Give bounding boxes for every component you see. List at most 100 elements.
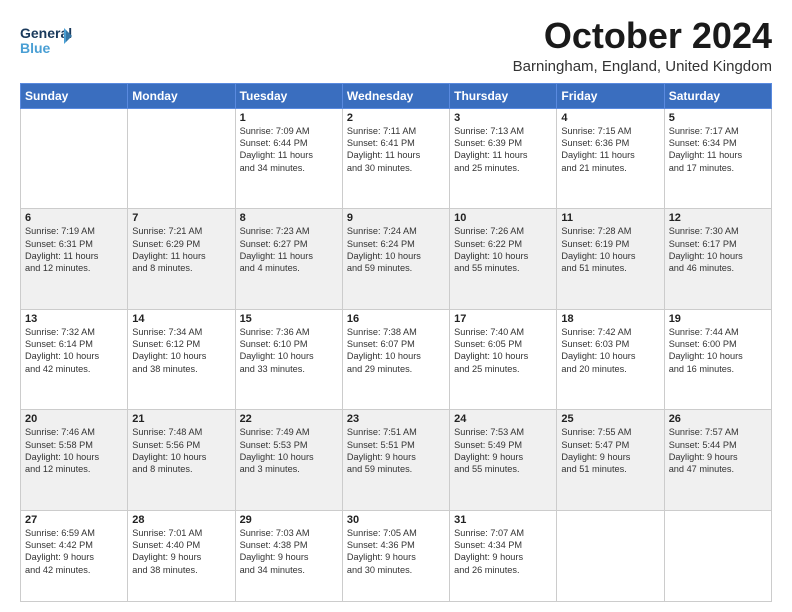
day-number: 29 [240,514,338,526]
weekday-header-saturday: Saturday [664,83,771,108]
day-info: Sunrise: 7:30 AM Sunset: 6:17 PM Dayligh… [669,225,767,275]
calendar-week-row: 1Sunrise: 7:09 AM Sunset: 6:44 PM Daylig… [21,108,772,209]
day-info: Sunrise: 7:48 AM Sunset: 5:56 PM Dayligh… [132,426,230,476]
day-number: 11 [561,212,659,224]
day-info: Sunrise: 7:15 AM Sunset: 6:36 PM Dayligh… [561,125,659,175]
day-number: 17 [454,313,552,325]
day-info: Sunrise: 7:01 AM Sunset: 4:40 PM Dayligh… [132,527,230,577]
calendar-cell: 20Sunrise: 7:46 AM Sunset: 5:58 PM Dayli… [21,410,128,511]
calendar-cell [21,108,128,209]
calendar-cell: 13Sunrise: 7:32 AM Sunset: 6:14 PM Dayli… [21,309,128,410]
day-number: 20 [25,413,123,425]
calendar-week-row: 6Sunrise: 7:19 AM Sunset: 6:31 PM Daylig… [21,209,772,310]
day-number: 18 [561,313,659,325]
calendar-cell: 24Sunrise: 7:53 AM Sunset: 5:49 PM Dayli… [450,410,557,511]
day-info: Sunrise: 7:11 AM Sunset: 6:41 PM Dayligh… [347,125,445,175]
calendar-cell: 26Sunrise: 7:57 AM Sunset: 5:44 PM Dayli… [664,410,771,511]
page: General Blue October 2024 Barningham, En… [0,0,792,612]
day-info: Sunrise: 7:42 AM Sunset: 6:03 PM Dayligh… [561,326,659,376]
calendar-cell: 6Sunrise: 7:19 AM Sunset: 6:31 PM Daylig… [21,209,128,310]
calendar-cell: 14Sunrise: 7:34 AM Sunset: 6:12 PM Dayli… [128,309,235,410]
calendar-cell: 10Sunrise: 7:26 AM Sunset: 6:22 PM Dayli… [450,209,557,310]
day-number: 9 [347,212,445,224]
day-number: 2 [347,112,445,124]
weekday-header-row: SundayMondayTuesdayWednesdayThursdayFrid… [21,83,772,108]
calendar-cell: 21Sunrise: 7:48 AM Sunset: 5:56 PM Dayli… [128,410,235,511]
day-number: 25 [561,413,659,425]
weekday-header-friday: Friday [557,83,664,108]
day-info: Sunrise: 7:49 AM Sunset: 5:53 PM Dayligh… [240,426,338,476]
calendar-cell: 12Sunrise: 7:30 AM Sunset: 6:17 PM Dayli… [664,209,771,310]
logo: General Blue [20,20,72,69]
day-info: Sunrise: 7:46 AM Sunset: 5:58 PM Dayligh… [25,426,123,476]
calendar-cell: 31Sunrise: 7:07 AM Sunset: 4:34 PM Dayli… [450,510,557,601]
day-number: 13 [25,313,123,325]
weekday-header-tuesday: Tuesday [235,83,342,108]
day-info: Sunrise: 7:28 AM Sunset: 6:19 PM Dayligh… [561,225,659,275]
day-info: Sunrise: 7:09 AM Sunset: 6:44 PM Dayligh… [240,125,338,175]
day-info: Sunrise: 7:57 AM Sunset: 5:44 PM Dayligh… [669,426,767,476]
calendar-cell: 7Sunrise: 7:21 AM Sunset: 6:29 PM Daylig… [128,209,235,310]
calendar-cell: 15Sunrise: 7:36 AM Sunset: 6:10 PM Dayli… [235,309,342,410]
calendar-cell: 17Sunrise: 7:40 AM Sunset: 6:05 PM Dayli… [450,309,557,410]
calendar-cell: 23Sunrise: 7:51 AM Sunset: 5:51 PM Dayli… [342,410,449,511]
calendar-cell: 8Sunrise: 7:23 AM Sunset: 6:27 PM Daylig… [235,209,342,310]
day-info: Sunrise: 7:44 AM Sunset: 6:00 PM Dayligh… [669,326,767,376]
day-number: 6 [25,212,123,224]
weekday-header-thursday: Thursday [450,83,557,108]
calendar-cell: 3Sunrise: 7:13 AM Sunset: 6:39 PM Daylig… [450,108,557,209]
day-info: Sunrise: 7:23 AM Sunset: 6:27 PM Dayligh… [240,225,338,275]
calendar-cell: 1Sunrise: 7:09 AM Sunset: 6:44 PM Daylig… [235,108,342,209]
day-number: 10 [454,212,552,224]
day-number: 19 [669,313,767,325]
day-number: 1 [240,112,338,124]
day-number: 16 [347,313,445,325]
calendar-cell: 9Sunrise: 7:24 AM Sunset: 6:24 PM Daylig… [342,209,449,310]
title-block: October 2024 Barningham, England, United… [513,16,772,75]
logo-icon: General Blue [20,20,72,64]
calendar-cell [128,108,235,209]
weekday-header-wednesday: Wednesday [342,83,449,108]
day-number: 26 [669,413,767,425]
day-info: Sunrise: 6:59 AM Sunset: 4:42 PM Dayligh… [25,527,123,577]
day-info: Sunrise: 7:40 AM Sunset: 6:05 PM Dayligh… [454,326,552,376]
day-number: 5 [669,112,767,124]
calendar-cell: 11Sunrise: 7:28 AM Sunset: 6:19 PM Dayli… [557,209,664,310]
day-number: 21 [132,413,230,425]
day-info: Sunrise: 7:07 AM Sunset: 4:34 PM Dayligh… [454,527,552,577]
calendar-cell [664,510,771,601]
svg-text:Blue: Blue [20,40,51,56]
day-number: 7 [132,212,230,224]
calendar-cell: 18Sunrise: 7:42 AM Sunset: 6:03 PM Dayli… [557,309,664,410]
calendar-cell: 16Sunrise: 7:38 AM Sunset: 6:07 PM Dayli… [342,309,449,410]
day-info: Sunrise: 7:05 AM Sunset: 4:36 PM Dayligh… [347,527,445,577]
day-number: 27 [25,514,123,526]
day-info: Sunrise: 7:32 AM Sunset: 6:14 PM Dayligh… [25,326,123,376]
day-number: 23 [347,413,445,425]
day-info: Sunrise: 7:36 AM Sunset: 6:10 PM Dayligh… [240,326,338,376]
calendar-cell: 27Sunrise: 6:59 AM Sunset: 4:42 PM Dayli… [21,510,128,601]
day-info: Sunrise: 7:17 AM Sunset: 6:34 PM Dayligh… [669,125,767,175]
month-title: October 2024 [513,16,772,56]
calendar-cell: 5Sunrise: 7:17 AM Sunset: 6:34 PM Daylig… [664,108,771,209]
day-info: Sunrise: 7:03 AM Sunset: 4:38 PM Dayligh… [240,527,338,577]
calendar-week-row: 13Sunrise: 7:32 AM Sunset: 6:14 PM Dayli… [21,309,772,410]
day-info: Sunrise: 7:38 AM Sunset: 6:07 PM Dayligh… [347,326,445,376]
day-number: 28 [132,514,230,526]
day-info: Sunrise: 7:34 AM Sunset: 6:12 PM Dayligh… [132,326,230,376]
day-number: 24 [454,413,552,425]
calendar-cell: 30Sunrise: 7:05 AM Sunset: 4:36 PM Dayli… [342,510,449,601]
day-info: Sunrise: 7:24 AM Sunset: 6:24 PM Dayligh… [347,225,445,275]
day-number: 31 [454,514,552,526]
weekday-header-monday: Monday [128,83,235,108]
location: Barningham, England, United Kingdom [513,58,772,75]
header: General Blue October 2024 Barningham, En… [20,16,772,75]
day-info: Sunrise: 7:26 AM Sunset: 6:22 PM Dayligh… [454,225,552,275]
day-info: Sunrise: 7:51 AM Sunset: 5:51 PM Dayligh… [347,426,445,476]
calendar-cell: 2Sunrise: 7:11 AM Sunset: 6:41 PM Daylig… [342,108,449,209]
calendar-table: SundayMondayTuesdayWednesdayThursdayFrid… [20,83,772,602]
day-number: 22 [240,413,338,425]
day-info: Sunrise: 7:53 AM Sunset: 5:49 PM Dayligh… [454,426,552,476]
calendar-week-row: 20Sunrise: 7:46 AM Sunset: 5:58 PM Dayli… [21,410,772,511]
calendar-cell: 29Sunrise: 7:03 AM Sunset: 4:38 PM Dayli… [235,510,342,601]
